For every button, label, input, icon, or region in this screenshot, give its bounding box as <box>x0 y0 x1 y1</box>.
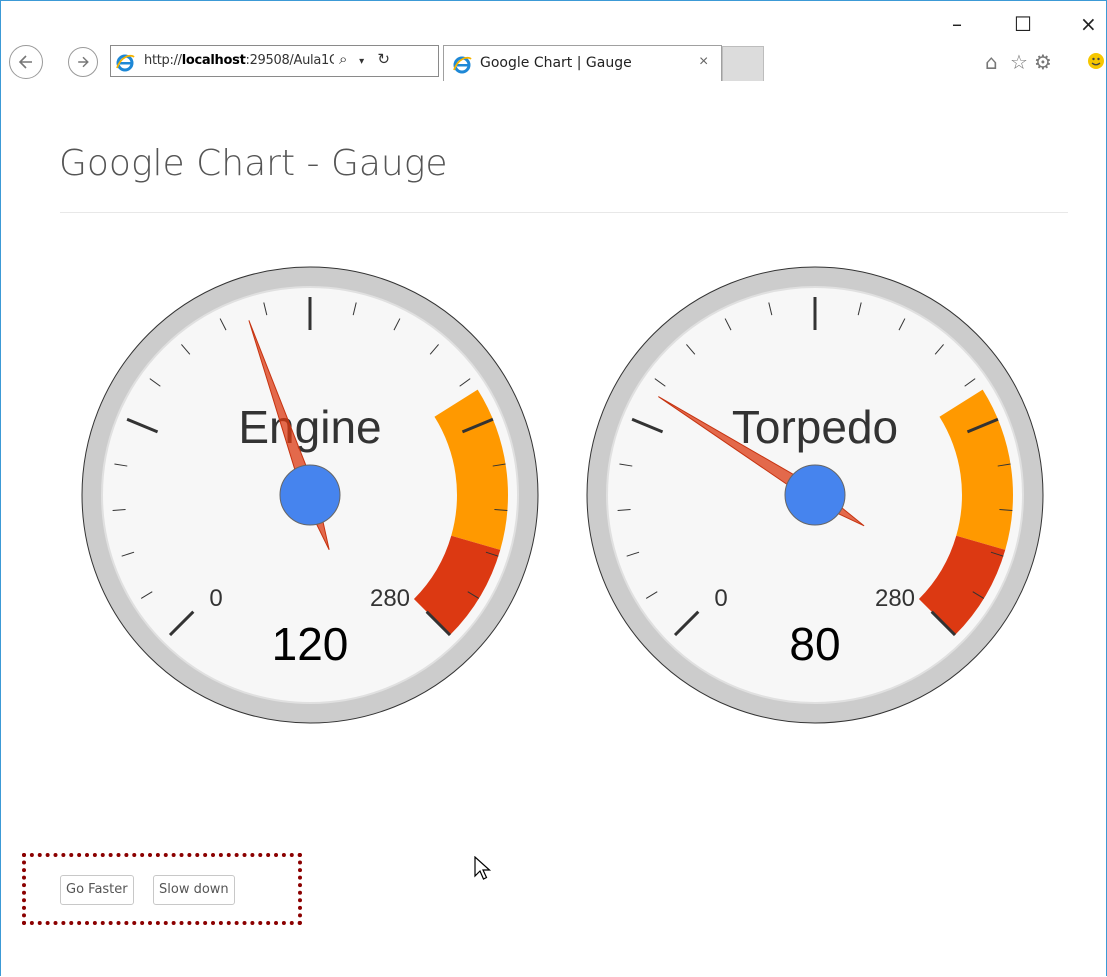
home-icon[interactable]: ⌂ <box>985 50 998 74</box>
minimize-button[interactable]: – <box>952 14 962 34</box>
page-title: Google Chart - Gauge <box>59 143 448 184</box>
address-actions: ⌕ ▾ ↻ <box>339 50 393 68</box>
engine-min-label: 0 <box>209 585 222 612</box>
tab-title: Google Chart | Gauge <box>480 55 632 71</box>
go-faster-button[interactable]: Go Faster <box>60 875 134 905</box>
address-url[interactable]: http://localhost:29508/Aula1C <box>144 53 334 68</box>
engine-max-label: 280 <box>370 585 410 612</box>
ie-icon <box>116 54 135 72</box>
back-arrow-icon <box>18 55 32 69</box>
mouse-cursor-icon <box>474 856 492 880</box>
torpedo-gauge: Torpedo 0 280 80 <box>586 266 1044 724</box>
torpedo-value-label: 80 <box>789 618 840 670</box>
title-divider <box>60 212 1068 213</box>
search-icon[interactable]: ⌕ <box>339 51 355 68</box>
torpedo-min-label: 0 <box>714 585 727 612</box>
new-tab-button[interactable] <box>722 46 764 81</box>
ie-tab-icon <box>453 56 472 74</box>
forward-button[interactable] <box>68 47 98 77</box>
settings-gear-icon[interactable]: ⚙ <box>1034 50 1052 74</box>
forward-arrow-icon <box>78 56 89 68</box>
favorites-star-icon[interactable]: ☆ <box>1010 50 1028 74</box>
back-button[interactable] <box>9 45 43 79</box>
address-bar[interactable]: http://localhost:29508/Aula1C ⌕ ▾ ↻ <box>110 45 439 77</box>
torpedo-max-label: 280 <box>875 585 915 612</box>
slow-down-button[interactable]: Slow down <box>153 875 235 905</box>
engine-value-label: 120 <box>272 618 349 670</box>
close-window-button[interactable]: × <box>1080 14 1097 34</box>
engine-gauge: Engine 0 280 120 <box>81 266 539 724</box>
url-host: localhost <box>181 53 246 68</box>
feedback-smiley-icon[interactable] <box>1087 52 1105 70</box>
tab-close-icon[interactable]: × <box>699 53 708 71</box>
engine-gauge-label: Engine <box>238 401 381 453</box>
url-path: :29508/Aula1C <box>245 53 335 68</box>
url-scheme: http:// <box>144 53 182 68</box>
refresh-icon[interactable]: ↻ <box>377 50 393 68</box>
torpedo-gauge-label: Torpedo <box>732 401 898 453</box>
maximize-button[interactable]: ☐ <box>1014 14 1032 34</box>
engine-needle-hub <box>279 464 341 526</box>
browser-tab[interactable]: Google Chart | Gauge × <box>443 45 722 81</box>
torpedo-needle-hub <box>784 464 846 526</box>
chevron-down-icon[interactable]: ▾ <box>359 56 373 67</box>
